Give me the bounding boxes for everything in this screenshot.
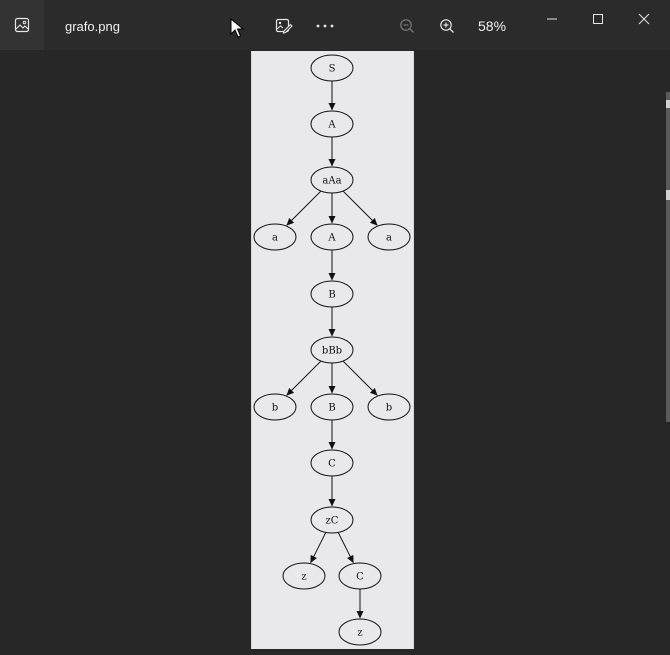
graph-node-label: b bbox=[272, 403, 278, 414]
graph-node: B bbox=[310, 280, 354, 308]
graph-diagram: SAaAaa AaBbBbb BbCzCz Cz bbox=[253, 54, 411, 646]
graph-node: zC bbox=[310, 506, 354, 534]
graph-node: C bbox=[310, 449, 354, 477]
zoom-out-icon[interactable] bbox=[393, 12, 421, 40]
graph-node: B bbox=[310, 393, 354, 421]
graph-node-label: zC bbox=[326, 516, 339, 527]
graph-edge bbox=[337, 532, 354, 564]
zoom-in-icon[interactable] bbox=[433, 12, 461, 40]
graph-node-label: a bbox=[272, 233, 278, 244]
graph-node: aAa bbox=[310, 166, 354, 194]
graph-node-label: z bbox=[301, 572, 306, 583]
graph-edge bbox=[310, 532, 327, 564]
graph-edge bbox=[342, 360, 378, 396]
graph-node-label: C bbox=[356, 572, 364, 583]
graph-node: bBb bbox=[310, 336, 354, 364]
graph-node-label: B bbox=[328, 403, 335, 414]
graph-node: C bbox=[338, 562, 382, 590]
adjacent-window-edge bbox=[666, 92, 670, 422]
graph-node: A bbox=[310, 223, 354, 251]
zoom-level[interactable]: 58% bbox=[478, 18, 506, 34]
graph-node: z bbox=[338, 618, 382, 646]
graph-node-label: A bbox=[327, 233, 336, 244]
close-icon[interactable] bbox=[630, 5, 658, 33]
maximize-icon[interactable] bbox=[584, 5, 612, 33]
graph-node-label: aAa bbox=[322, 176, 341, 187]
graph-node: A bbox=[310, 110, 354, 138]
image-canvas[interactable]: S AaAa a Aa BbBb b Bb CzC z Cz bbox=[251, 51, 414, 649]
graph-node: b bbox=[253, 393, 297, 421]
graph-node-label: a bbox=[386, 233, 392, 244]
adjacent-window-mark bbox=[666, 100, 670, 108]
graph-node-label: b bbox=[386, 403, 392, 414]
graph-edge bbox=[286, 190, 322, 226]
graph-node-label: z bbox=[357, 628, 362, 639]
graph-node-label: A bbox=[327, 120, 336, 131]
title-bar: grafo.png 58% bbox=[0, 0, 670, 50]
graph-node: a bbox=[367, 223, 411, 251]
more-options-icon[interactable] bbox=[311, 12, 339, 40]
graph-node: b bbox=[367, 393, 411, 421]
graph-node-label: bBb bbox=[322, 346, 342, 357]
graph-edge bbox=[342, 190, 378, 226]
graph-node-label: B bbox=[328, 290, 335, 301]
mouse-cursor-icon bbox=[230, 18, 244, 38]
edit-image-icon[interactable] bbox=[270, 12, 298, 40]
graph-node-label: S bbox=[329, 64, 336, 75]
graph-node: z bbox=[282, 562, 326, 590]
graph-node-label: C bbox=[328, 459, 336, 470]
minimize-icon[interactable] bbox=[538, 5, 566, 33]
graph-node: S bbox=[310, 54, 354, 82]
graph-edge bbox=[286, 360, 322, 396]
adjacent-window-mark bbox=[666, 190, 670, 200]
window-title: grafo.png bbox=[65, 19, 120, 34]
photos-image-icon[interactable] bbox=[0, 0, 44, 50]
graph-node: a bbox=[253, 223, 297, 251]
